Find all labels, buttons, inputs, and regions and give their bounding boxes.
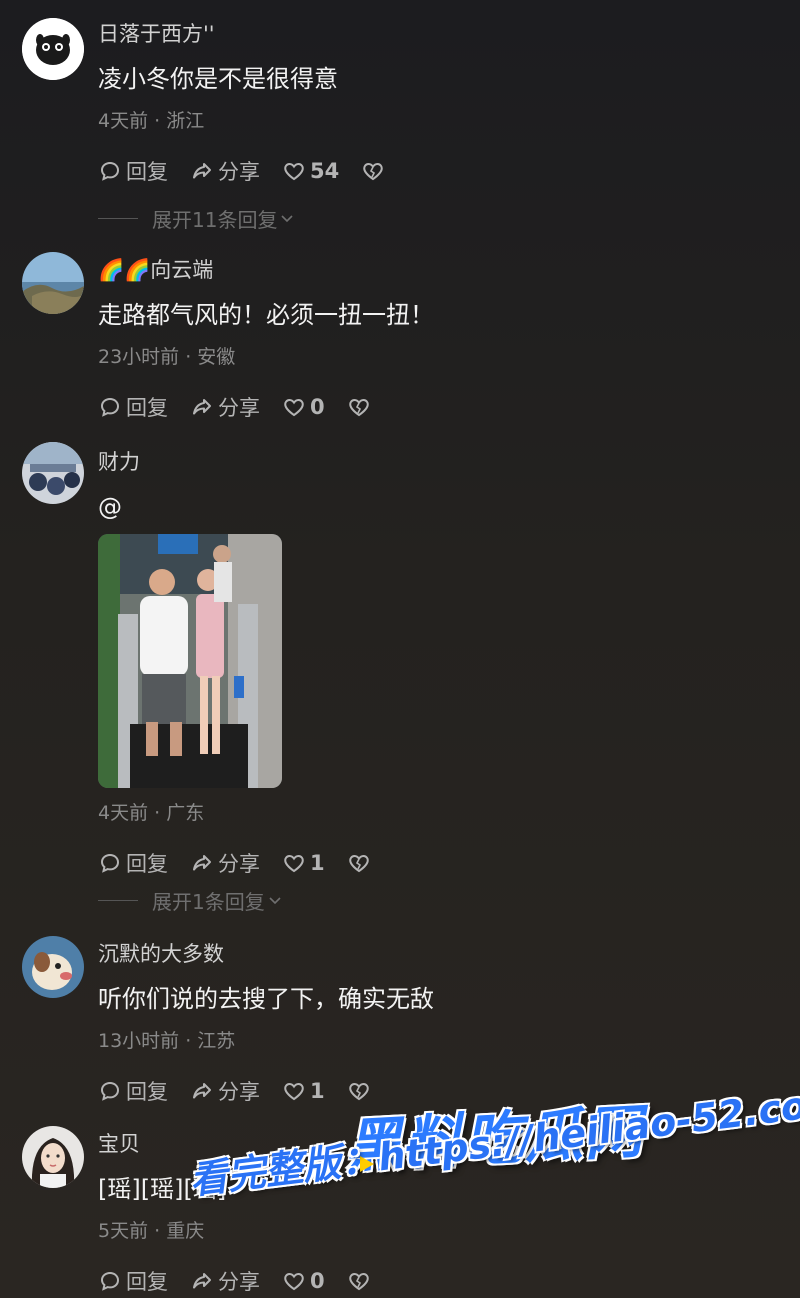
share-icon bbox=[193, 399, 211, 415]
share-icon bbox=[193, 163, 211, 179]
like-count: 0 bbox=[310, 395, 325, 419]
share-label: 分享 bbox=[218, 160, 260, 184]
reply-label: 回复 bbox=[126, 160, 168, 184]
avatar[interactable] bbox=[22, 1126, 84, 1188]
like-count: 1 bbox=[310, 1079, 325, 1103]
broken-heart-icon bbox=[348, 398, 369, 417]
avatar[interactable] bbox=[22, 442, 84, 504]
reply-label: 回复 bbox=[126, 852, 168, 876]
heart-icon bbox=[284, 854, 304, 873]
share-button[interactable]: 分享 bbox=[190, 1076, 260, 1106]
avatar[interactable] bbox=[22, 18, 84, 80]
reply-button[interactable]: 回复 bbox=[98, 1076, 168, 1106]
share-button[interactable]: 分享 bbox=[190, 392, 260, 422]
divider bbox=[98, 899, 138, 901]
chevron-down-icon bbox=[269, 897, 281, 905]
comment-actions: 回复 分享 54 bbox=[98, 156, 780, 186]
like-button[interactable]: 1 bbox=[282, 851, 325, 875]
avatar[interactable] bbox=[22, 252, 84, 314]
share-button[interactable]: 分享 bbox=[190, 1266, 260, 1296]
like-button[interactable]: 0 bbox=[282, 395, 325, 419]
dislike-button[interactable] bbox=[347, 1269, 375, 1293]
share-label: 分享 bbox=[218, 1080, 260, 1104]
heart-icon bbox=[284, 1272, 304, 1291]
comment-actions: 回复 分享 1 bbox=[98, 848, 780, 878]
like-count: 0 bbox=[310, 1269, 325, 1293]
share-icon bbox=[193, 855, 211, 871]
dislike-button[interactable] bbox=[347, 851, 375, 875]
comment-actions: 回复 分享 1 bbox=[98, 1076, 780, 1106]
username[interactable]: 日落于西方'' bbox=[98, 20, 780, 48]
comment-meta: 23小时前 · 安徽 bbox=[98, 346, 236, 368]
username[interactable]: 🌈🌈向云端 bbox=[98, 256, 780, 284]
divider bbox=[98, 217, 138, 219]
comment-feed: 日落于西方'' 凌小冬你是不是很得意 4天前 · 浙江 回复 分享 54 展开1… bbox=[0, 0, 800, 1298]
username[interactable]: 宝贝 bbox=[98, 1130, 780, 1158]
share-label: 分享 bbox=[218, 852, 260, 876]
like-button[interactable]: 0 bbox=[282, 1269, 325, 1293]
heart-icon bbox=[284, 1082, 304, 1101]
broken-heart-icon bbox=[348, 854, 369, 873]
share-button[interactable]: 分享 bbox=[190, 156, 260, 186]
comment-text: [瑶][瑶][瑶] bbox=[98, 1175, 227, 1203]
reply-button[interactable]: 回复 bbox=[98, 392, 168, 422]
reply-icon bbox=[100, 1271, 120, 1291]
heart-icon bbox=[284, 162, 304, 181]
comment-text: @ bbox=[98, 493, 122, 521]
share-label: 分享 bbox=[218, 396, 260, 420]
dislike-button[interactable] bbox=[361, 159, 389, 183]
comment-text: 凌小冬你是不是很得意 bbox=[98, 65, 338, 93]
broken-heart-icon bbox=[363, 162, 383, 181]
comment-meta: 13小时前 · 江苏 bbox=[98, 1030, 236, 1052]
like-count: 54 bbox=[310, 159, 340, 183]
reply-icon bbox=[100, 853, 120, 873]
chevron-down-icon bbox=[281, 215, 294, 223]
reply-label: 回复 bbox=[126, 1080, 168, 1104]
comment-meta: 5天前 · 重庆 bbox=[98, 1220, 205, 1242]
username[interactable]: 沉默的大多数 bbox=[98, 940, 780, 968]
comment-text: 走路都气风的！必须一扭一扭！ bbox=[98, 301, 434, 329]
reply-icon bbox=[100, 397, 120, 417]
reply-icon bbox=[100, 1081, 120, 1101]
share-label: 分享 bbox=[218, 1270, 260, 1294]
like-button[interactable]: 54 bbox=[282, 159, 339, 183]
heart-icon bbox=[284, 398, 304, 417]
share-icon bbox=[193, 1273, 211, 1289]
share-icon bbox=[193, 1083, 211, 1099]
reply-label: 回复 bbox=[126, 396, 168, 420]
broken-heart-icon bbox=[348, 1272, 369, 1291]
expand-replies-label: 展开11条回复 bbox=[152, 207, 278, 232]
comment-actions: 回复 分享 0 bbox=[98, 392, 780, 422]
expand-replies-button[interactable]: 展开11条回复 bbox=[98, 204, 295, 232]
comment-actions: 回复 分享 0 bbox=[98, 1266, 780, 1296]
expand-replies-button[interactable]: 展开1条回复 bbox=[98, 886, 283, 914]
reply-button[interactable]: 回复 bbox=[98, 848, 168, 878]
reply-icon bbox=[100, 161, 120, 181]
avatar[interactable] bbox=[22, 936, 84, 998]
reply-button[interactable]: 回复 bbox=[98, 1266, 168, 1296]
reply-label: 回复 bbox=[126, 1270, 168, 1294]
share-button[interactable]: 分享 bbox=[190, 848, 260, 878]
comment-photo[interactable] bbox=[98, 534, 282, 788]
comment-meta: 4天前 · 广东 bbox=[98, 802, 205, 824]
comment-text: 听你们说的去搜了下，确实无敌 bbox=[98, 985, 434, 1013]
dislike-button[interactable] bbox=[347, 1079, 375, 1103]
comment-meta: 4天前 · 浙江 bbox=[98, 110, 205, 132]
like-count: 1 bbox=[310, 851, 325, 875]
username[interactable]: 财力 bbox=[98, 448, 780, 476]
like-button[interactable]: 1 bbox=[282, 1079, 325, 1103]
dislike-button[interactable] bbox=[347, 395, 375, 419]
reply-button[interactable]: 回复 bbox=[98, 156, 168, 186]
expand-replies-label: 展开1条回复 bbox=[152, 889, 265, 914]
broken-heart-icon bbox=[348, 1082, 369, 1101]
